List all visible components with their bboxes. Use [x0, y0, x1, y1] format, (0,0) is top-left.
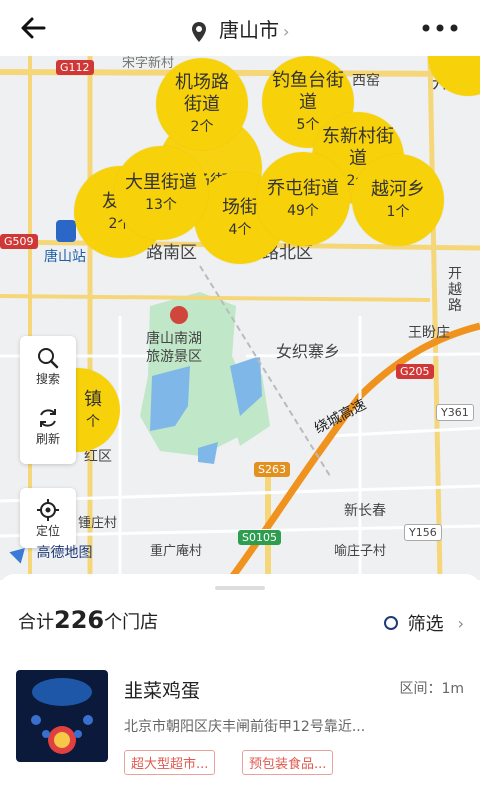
road-badge-g509: G509	[0, 234, 38, 249]
map-label-song: 宋字新村	[122, 56, 175, 71]
filter-label: 筛选	[407, 614, 444, 635]
top-bar: 唐山市 ›	[0, 0, 480, 56]
store-tag: 超大型超市...	[124, 750, 216, 775]
map-label-xiyao: 西窑	[352, 73, 380, 89]
locate-label: 定位	[35, 523, 60, 538]
refresh-label: 刷新	[35, 431, 60, 446]
amap-logo: 高德地图	[9, 542, 93, 564]
chevron-right-icon: ›	[457, 613, 464, 633]
map-label-chongguang: 重广庵村	[150, 544, 203, 559]
more-button[interactable]	[418, 16, 462, 40]
scenic-pin-icon	[170, 306, 188, 324]
map-locate-button[interactable]: 定位	[20, 488, 76, 548]
map-label-wangpan: 王盼庄	[408, 325, 450, 341]
map-view[interactable]: 开平 宋字新村 西窑 唐山站 路南区 路北区 唐山南湖 旅游景区 女织寨乡 绕城…	[0, 56, 480, 580]
map-label-xinchangchun: 新长春	[344, 503, 386, 519]
search-icon	[38, 347, 59, 368]
chevron-right-icon: ›	[282, 22, 290, 41]
map-label-yuzhuang: 喻庄子村	[334, 544, 387, 559]
store-thumbnail[interactable]	[16, 670, 108, 762]
cluster-bubble[interactable]: 机场路街道 2个	[156, 58, 248, 150]
total-suffix: 个门店	[104, 612, 159, 633]
total-count: 226	[54, 606, 105, 634]
locate-icon	[37, 498, 59, 521]
road-badge-g112: G112	[56, 60, 94, 75]
cluster-bubble[interactable]: 乔屯街道 49个	[256, 152, 350, 246]
map-search-button[interactable]: 搜索	[20, 336, 76, 396]
drag-handle[interactable]	[215, 586, 265, 590]
filter-circle-icon	[383, 616, 398, 630]
road-badge-y361: Y361	[436, 404, 474, 421]
store-distance: 区间：1m	[399, 681, 464, 697]
refresh-icon	[40, 408, 56, 427]
store-total: 合计226个门店	[18, 606, 158, 634]
map-tool-panel: 搜索 刷新	[20, 336, 76, 464]
store-name[interactable]: 韭菜鸡蛋	[124, 676, 200, 703]
store-tag: 预包装食品...	[242, 750, 334, 775]
more-dots-icon	[422, 24, 458, 32]
search-label: 搜索	[35, 371, 60, 386]
map-label-tangshan-station: 唐山站	[44, 249, 86, 265]
cluster-bubble[interactable]: 越河乡 1个	[352, 154, 444, 246]
store-list-sheet: 合计226个门店 筛选 › 韭菜鸡蛋 区间：1m 北京市朝阳区庆丰闸前街甲12号…	[0, 574, 480, 800]
store-address: 北京市朝阳区庆丰闸前街甲12号靠近...	[124, 719, 366, 735]
total-prefix: 合计	[18, 612, 54, 633]
filter-button[interactable]: 筛选 ›	[383, 610, 464, 636]
road-badge-s263: S263	[254, 462, 290, 477]
road-badge-g205: G205	[396, 364, 434, 379]
map-label-nvzhi: 女织寨乡	[276, 342, 341, 361]
road-badge-y156: Y156	[404, 524, 442, 541]
cluster-bubble[interactable]: 大里街道 13个	[114, 146, 208, 240]
road-badge-s0105: S0105	[238, 530, 281, 545]
map-label-kaiyue: 开越路	[448, 266, 462, 314]
store-image	[16, 670, 108, 762]
navigation-arrow-icon	[9, 542, 31, 564]
map-label-guzhuang: 锺庄村	[78, 516, 118, 531]
amap-logo-text: 高德地图	[36, 545, 93, 561]
map-refresh-button[interactable]: 刷新	[20, 396, 76, 456]
map-label-nanhu: 唐山南湖 旅游景区	[146, 331, 202, 365]
train-station-icon	[56, 220, 76, 242]
city-name: 唐山市	[218, 18, 279, 42]
map-locate-panel: 定位	[20, 488, 76, 548]
location-pin-icon	[191, 21, 206, 42]
city-selector[interactable]: 唐山市 ›	[0, 14, 480, 43]
